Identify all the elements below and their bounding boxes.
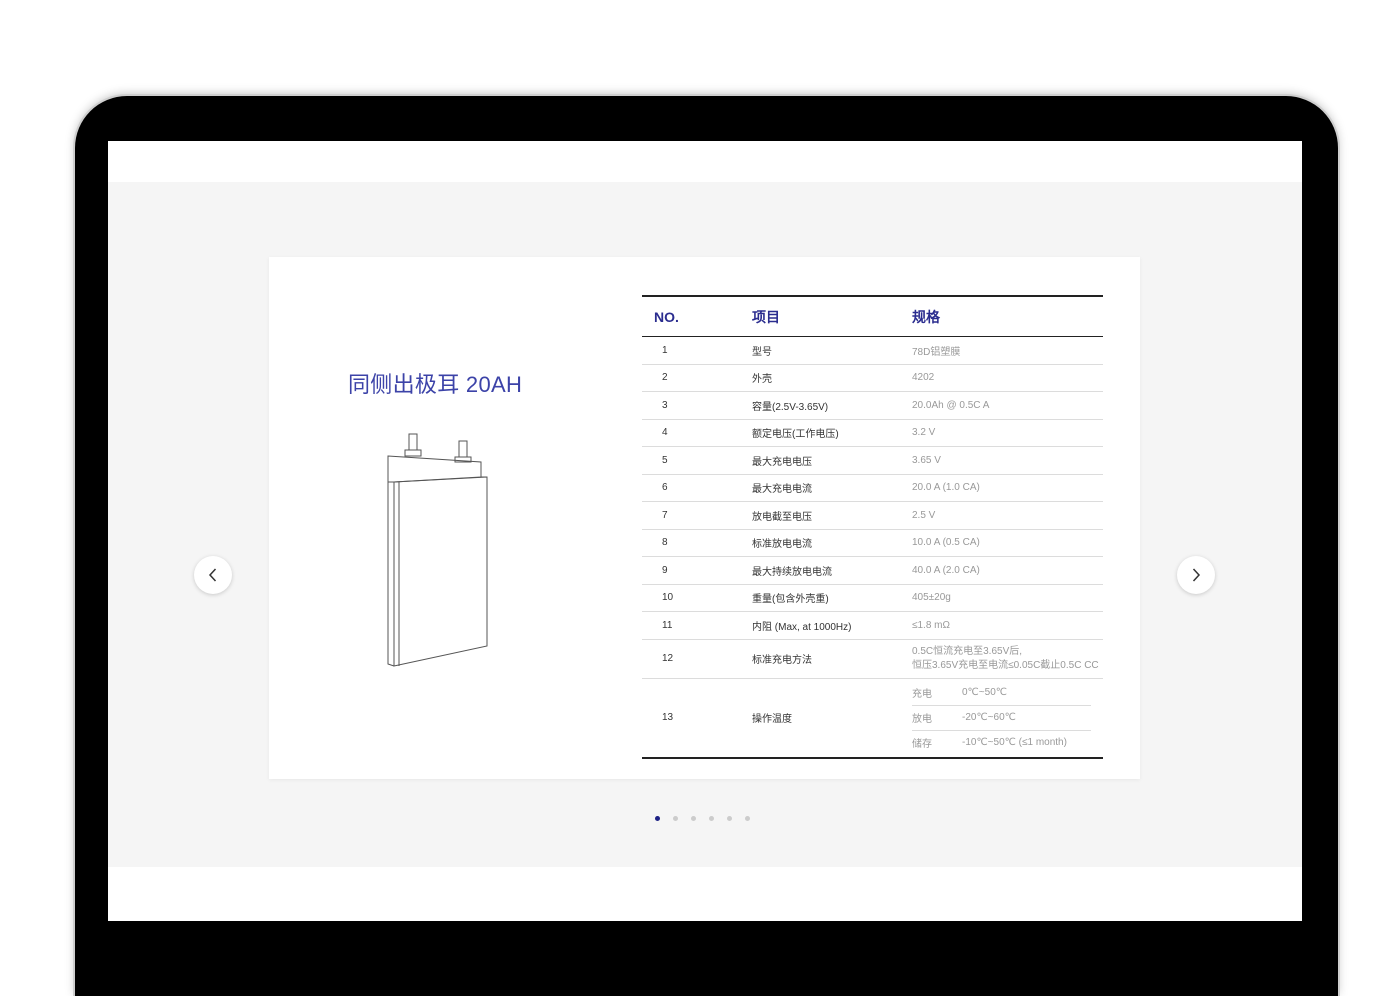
row-no: 4 (662, 427, 668, 439)
row-spec-line: 0.5C恒流充电至3.65V后, (912, 645, 1023, 657)
row-item: 操作温度 (752, 714, 792, 725)
temperature-spec: 充电 0℃~50℃ 放电 -20℃~60℃ 储存 -10℃~50℃ (≤1 mo… (912, 681, 1103, 755)
row-item: 内阻 (Max, at 1000Hz) (752, 621, 852, 633)
table-row: 7 放电截至电压 2.5 V (642, 502, 1103, 530)
header-item: 项目 (752, 308, 780, 325)
row-no: 11 (662, 619, 673, 631)
row-no: 12 (662, 653, 674, 664)
row-item: 最大充电电流 (752, 484, 812, 496)
row-no: 9 (662, 564, 668, 576)
temp-label: 放电 (912, 714, 932, 725)
pagination-dot[interactable] (655, 816, 660, 821)
row-no: 6 (662, 482, 668, 494)
header-spec: 规格 (912, 308, 940, 325)
temp-line: 储存 -10℃~50℃ (≤1 month) (912, 731, 1091, 755)
product-card: 同侧出极耳 20AH NO. 项目 规格 1 型号 78D铝塑膜 2 外壳 42… (269, 257, 1140, 779)
table-row: 6 最大充电电流 20.0 A (1.0 CA) (642, 475, 1103, 502)
row-item: 放电截至电压 (752, 511, 812, 523)
row-no: 5 (662, 454, 668, 466)
row-spec: 20.0 A (1.0 CA) (912, 482, 980, 494)
product-section: 同侧出极耳 20AH NO. 项目 规格 1 型号 78D铝塑膜 2 外壳 42… (108, 182, 1302, 867)
row-item: 标准放电电流 (752, 539, 812, 551)
chevron-right-icon (1192, 568, 1201, 582)
row-item: 标准充电方法 (752, 655, 812, 666)
temp-label: 充电 (912, 689, 932, 700)
spec-table: NO. 项目 规格 1 型号 78D铝塑膜 2 外壳 4202 3 容量(2.5… (642, 295, 1103, 759)
row-no: 10 (662, 592, 674, 604)
row-item: 外壳 (752, 374, 772, 386)
row-spec: 40.0 A (2.0 CA) (912, 564, 980, 576)
table-row: 8 标准放电电流 10.0 A (0.5 CA) (642, 530, 1103, 557)
temp-line: 充电 0℃~50℃ (912, 681, 1091, 706)
row-no: 1 (662, 344, 668, 356)
pagination-dot[interactable] (727, 816, 732, 821)
pagination-dot[interactable] (709, 816, 714, 821)
pagination-dot[interactable] (745, 816, 750, 821)
battery-image (387, 433, 488, 667)
product-title: 同侧出极耳 20AH (348, 372, 523, 397)
row-spec: ≤1.8 mΩ (912, 619, 950, 631)
table-row: 13 操作温度 充电 0℃~50℃ 放电 -20℃~60℃ 储存 -10℃~50… (642, 679, 1103, 757)
row-spec: 4202 (912, 372, 935, 384)
row-spec: 0.5C恒流充电至3.65V后, 恒压3.65V充电至电流≤0.05C截止0.5… (912, 645, 1103, 673)
row-no: 8 (662, 537, 668, 549)
row-spec: 20.0Ah @ 0.5C A (912, 399, 990, 411)
row-no: 3 (662, 399, 668, 411)
temp-label: 储存 (912, 739, 932, 750)
chevron-left-icon (208, 568, 217, 582)
table-row: 11 内阻 (Max, at 1000Hz) ≤1.8 mΩ (642, 612, 1103, 640)
table-row: 9 最大持续放电电流 40.0 A (2.0 CA) (642, 557, 1103, 585)
row-item: 型号 (752, 346, 772, 358)
row-spec: 405±20g (912, 592, 951, 604)
screen: 同侧出极耳 20AH NO. 项目 规格 1 型号 78D铝塑膜 2 外壳 42… (108, 141, 1302, 921)
table-row: 10 重量(包含外壳重) 405±20g (642, 585, 1103, 612)
row-item: 额定电压(工作电压) (752, 429, 839, 441)
row-item: 重量(包含外壳重) (752, 594, 829, 606)
carousel-pagination (655, 816, 750, 821)
row-item: 最大持续放电电流 (752, 566, 832, 578)
table-row: 1 型号 78D铝塑膜 (642, 337, 1103, 365)
temp-value: 0℃~50℃ (962, 687, 1007, 698)
carousel-next-button[interactable] (1177, 556, 1215, 594)
pagination-dot[interactable] (673, 816, 678, 821)
table-row: 12 标准充电方法 0.5C恒流充电至3.65V后, 恒压3.65V充电至电流≤… (642, 640, 1103, 679)
row-spec: 2.5 V (912, 509, 936, 521)
row-spec: 10.0 A (0.5 CA) (912, 537, 980, 549)
table-row: 3 容量(2.5V-3.65V) 20.0Ah @ 0.5C A (642, 392, 1103, 420)
row-spec-line: 恒压3.65V充电至电流≤0.05C截止0.5C CC (912, 659, 1099, 671)
table-header: NO. 项目 规格 (642, 297, 1103, 337)
temp-line: 放电 -20℃~60℃ (912, 706, 1091, 731)
table-row: 5 最大充电电压 3.65 V (642, 447, 1103, 475)
row-no: 7 (662, 509, 668, 521)
pagination-dot[interactable] (691, 816, 696, 821)
row-item: 最大充电电压 (752, 456, 812, 468)
row-no: 2 (662, 372, 668, 384)
row-spec: 3.2 V (912, 427, 936, 439)
carousel-prev-button[interactable] (194, 556, 232, 594)
table-row: 4 额定电压(工作电压) 3.2 V (642, 420, 1103, 447)
row-spec: 78D铝塑膜 (912, 346, 961, 358)
row-item: 容量(2.5V-3.65V) (752, 401, 829, 413)
row-spec: 3.65 V (912, 454, 941, 466)
header-no: NO. (654, 308, 679, 325)
temp-value: -20℃~60℃ (962, 712, 1016, 723)
row-no: 13 (662, 712, 674, 723)
temp-value: -10℃~50℃ (≤1 month) (962, 737, 1067, 748)
table-row: 2 外壳 4202 (642, 365, 1103, 392)
